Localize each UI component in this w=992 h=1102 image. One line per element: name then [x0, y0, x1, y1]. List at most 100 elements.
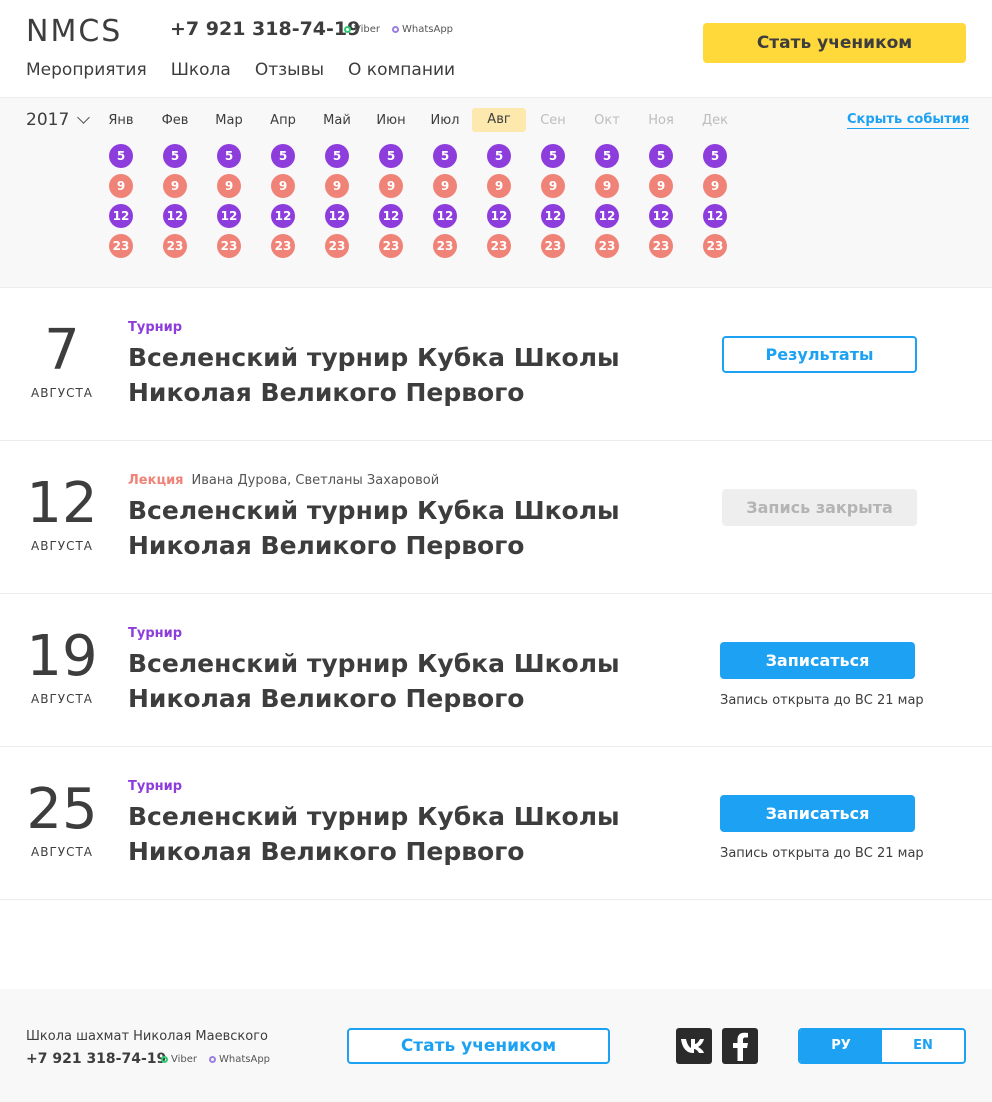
event-day-marker[interactable]: 12 [433, 204, 457, 228]
event-day-marker[interactable]: 5 [217, 144, 241, 168]
month-label[interactable]: Авг [472, 108, 526, 132]
event-day-marker[interactable]: 23 [649, 234, 673, 258]
event-day-marker[interactable]: 12 [109, 204, 133, 228]
event-day-marker[interactable]: 23 [433, 234, 457, 258]
event-day-marker[interactable]: 9 [109, 174, 133, 198]
event-day-marker[interactable]: 12 [595, 204, 619, 228]
month-label[interactable]: Июн [364, 112, 418, 130]
event-day-marker[interactable]: 12 [541, 204, 565, 228]
chevron-down-icon [77, 111, 91, 124]
event-day-marker[interactable]: 12 [487, 204, 511, 228]
nav-item-reviews[interactable]: Отзывы [255, 60, 324, 80]
month-label[interactable]: Окт [580, 112, 634, 130]
footer-whatsapp-link[interactable]: WhatsApp [209, 1054, 270, 1065]
month-label[interactable]: Июл [418, 112, 472, 130]
month-label[interactable]: Фев [148, 112, 202, 130]
footer-school-name: Школа шахмат Николая Маевского [26, 1029, 268, 1044]
viber-link[interactable]: Viber [344, 24, 380, 35]
register-button[interactable]: Записаться [720, 642, 915, 679]
month-label[interactable]: Янв [94, 112, 148, 130]
event-day-marker[interactable]: 9 [217, 174, 241, 198]
event-day-marker[interactable]: 9 [541, 174, 565, 198]
event-day-marker[interactable]: 23 [271, 234, 295, 258]
lang-ru-button[interactable]: РУ [800, 1030, 882, 1062]
month-label[interactable]: Май [310, 112, 364, 130]
logo[interactable]: NMCS [26, 14, 122, 49]
event-type-tag: Турнир [128, 779, 182, 794]
nav-item-events[interactable]: Мероприятия [26, 60, 147, 80]
month-label[interactable]: Апр [256, 112, 310, 130]
month-label[interactable]: Мар [202, 112, 256, 130]
event-day-marker[interactable]: 12 [649, 204, 673, 228]
event-day-marker[interactable]: 23 [487, 234, 511, 258]
registration-closed-button: Запись закрыта [722, 489, 917, 526]
event-day-marker[interactable]: 9 [379, 174, 403, 198]
year-select[interactable]: 2017 [26, 110, 91, 130]
event-day-marker[interactable]: 9 [271, 174, 295, 198]
event-day-marker[interactable]: 9 [163, 174, 187, 198]
whatsapp-link[interactable]: WhatsApp [392, 24, 453, 35]
event-day-marker[interactable]: 9 [433, 174, 457, 198]
event-day-marker[interactable]: 23 [703, 234, 727, 258]
event-day-marker[interactable]: 23 [379, 234, 403, 258]
vk-icon[interactable] [676, 1028, 712, 1064]
header-phone[interactable]: +7 921 318-74-19 [170, 18, 360, 40]
event-day-marker[interactable]: 12 [325, 204, 349, 228]
event-day-marker[interactable]: 5 [487, 144, 511, 168]
event-title[interactable]: Вселенский турнир Кубка Школы Николая Ве… [128, 493, 648, 563]
event-day-marker[interactable]: 23 [109, 234, 133, 258]
event-day-marker[interactable]: 5 [595, 144, 619, 168]
event-title[interactable]: Вселенский турнир Кубка Школы Николая Ве… [128, 340, 648, 410]
facebook-icon[interactable] [722, 1028, 758, 1064]
calendar-month: Дек 5 9 12 23 [688, 98, 742, 288]
event-day-marker[interactable]: 9 [325, 174, 349, 198]
event-day-marker[interactable]: 23 [541, 234, 565, 258]
become-student-button[interactable]: Стать учеником [703, 23, 966, 63]
event-title[interactable]: Вселенский турнир Кубка Школы Николая Ве… [128, 799, 648, 869]
event-day-marker[interactable]: 9 [487, 174, 511, 198]
hide-events-link[interactable]: Скрыть события [847, 112, 970, 129]
event-day-marker[interactable]: 23 [595, 234, 619, 258]
event-day-marker[interactable]: 5 [433, 144, 457, 168]
calendar-month: Май 5 9 12 23 [310, 98, 364, 288]
event-day-marker[interactable]: 5 [649, 144, 673, 168]
calendar-month: Июл 5 9 12 23 [418, 98, 472, 288]
nav-item-school[interactable]: Школа [171, 60, 231, 80]
event-date-day: 19 [26, 624, 98, 689]
event-day-marker[interactable]: 23 [163, 234, 187, 258]
calendar-month: Фев 5 9 12 23 [148, 98, 202, 288]
footer-viber-link[interactable]: Viber [161, 1054, 197, 1065]
footer-phone[interactable]: +7 921 318-74-19 [26, 1051, 166, 1067]
event-day-marker[interactable]: 12 [379, 204, 403, 228]
event-day-marker[interactable]: 5 [271, 144, 295, 168]
event-row: 19 АВГУСТА Турнир Вселенский турнир Кубка Ш… [0, 594, 992, 747]
lang-en-button[interactable]: EN [882, 1030, 964, 1062]
event-day-marker[interactable]: 9 [703, 174, 727, 198]
event-day-marker[interactable]: 23 [217, 234, 241, 258]
event-day-marker[interactable]: 12 [217, 204, 241, 228]
registration-deadline-note: Запись открыта до ВС 21 мар [720, 693, 924, 708]
month-label[interactable]: Сен [526, 112, 580, 130]
event-date-month: АВГУСТА [31, 539, 93, 553]
event-day-marker[interactable]: 12 [271, 204, 295, 228]
nav-item-about[interactable]: О компании [348, 60, 455, 80]
event-day-marker[interactable]: 9 [649, 174, 673, 198]
event-day-marker[interactable]: 5 [325, 144, 349, 168]
event-date-month: АВГУСТА [31, 386, 93, 400]
event-day-marker[interactable]: 9 [595, 174, 619, 198]
event-day-marker[interactable]: 5 [109, 144, 133, 168]
event-day-marker[interactable]: 5 [703, 144, 727, 168]
register-button[interactable]: Записаться [720, 795, 915, 832]
footer-become-student-button[interactable]: Стать учеником [347, 1028, 610, 1064]
results-button[interactable]: Результаты [722, 336, 917, 373]
event-day-marker[interactable]: 23 [325, 234, 349, 258]
event-day-marker[interactable]: 5 [163, 144, 187, 168]
event-title[interactable]: Вселенский турнир Кубка Школы Николая Ве… [128, 646, 648, 716]
event-day-marker[interactable]: 5 [379, 144, 403, 168]
month-label[interactable]: Дек [688, 112, 742, 130]
event-day-marker[interactable]: 5 [541, 144, 565, 168]
event-day-marker[interactable]: 12 [703, 204, 727, 228]
month-label[interactable]: Ноя [634, 112, 688, 130]
calendar-month: Мар 5 9 12 23 [202, 98, 256, 288]
event-day-marker[interactable]: 12 [163, 204, 187, 228]
